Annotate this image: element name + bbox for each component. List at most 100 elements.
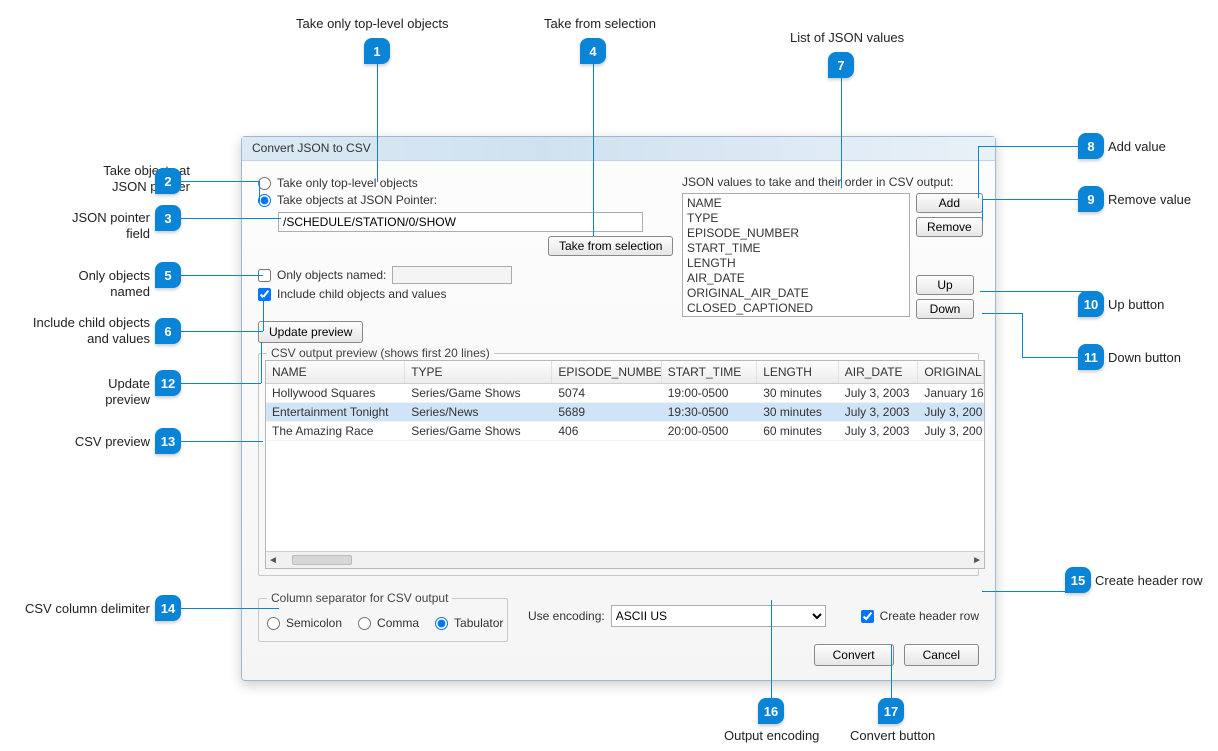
remove-button[interactable]: Remove xyxy=(916,217,983,237)
column-header[interactable]: NAME xyxy=(266,361,405,383)
up-button[interactable]: Up xyxy=(916,275,974,295)
horizontal-scrollbar[interactable]: ◄ ► xyxy=(266,551,984,568)
convert-button[interactable]: Convert xyxy=(814,644,894,666)
radio-json-pointer-label: Take objects at JSON Pointer: xyxy=(277,193,437,207)
leader-11b xyxy=(1022,313,1023,357)
table-cell: 5689 xyxy=(552,403,661,421)
bubble-15: 15 xyxy=(1065,567,1091,593)
annot-11: Down button xyxy=(1108,350,1181,366)
annot-14: CSV column delimiter xyxy=(20,601,150,617)
leader-16 xyxy=(771,600,772,698)
create-header-label: Create header row xyxy=(880,609,979,623)
cancel-button[interactable]: Cancel xyxy=(904,644,979,666)
leader-2b xyxy=(259,181,260,203)
list-item[interactable]: AIR_DATE xyxy=(687,271,905,286)
update-preview-button[interactable]: Update preview xyxy=(258,321,363,343)
column-header[interactable]: START_TIME xyxy=(662,361,757,383)
table-row[interactable]: Hollywood SquaresSeries/Game Shows507419… xyxy=(266,384,984,403)
list-item[interactable]: TYPE xyxy=(687,211,905,226)
leader-5 xyxy=(181,275,263,276)
separator-legend: Column separator for CSV output xyxy=(267,591,452,605)
radio-top-level-label: Take only top-level objects xyxy=(277,176,418,190)
add-button[interactable]: Add xyxy=(916,193,983,213)
radio-tabulator[interactable] xyxy=(435,617,448,630)
table-cell: Series/Game Shows xyxy=(405,384,552,402)
leader-3 xyxy=(181,218,281,219)
list-item[interactable]: LENGTH xyxy=(687,256,905,271)
column-header[interactable]: LENGTH xyxy=(757,361,839,383)
table-cell: January 16 xyxy=(918,384,984,402)
list-item[interactable]: CLOSED_CAPTIONED xyxy=(687,301,905,316)
table-cell: Hollywood Squares xyxy=(266,384,405,402)
table-row[interactable]: The Amazing RaceSeries/Game Shows40620:0… xyxy=(266,422,984,441)
column-header[interactable]: EPISODE_NUMBER xyxy=(552,361,661,383)
bubble-10: 10 xyxy=(1078,291,1104,317)
list-item[interactable]: REPEAT xyxy=(687,316,905,317)
dialog-title: Convert JSON to CSV xyxy=(242,137,995,161)
leader-9b xyxy=(982,199,983,221)
bubble-14: 14 xyxy=(155,595,181,621)
radio-semicolon[interactable] xyxy=(267,617,280,630)
include-children-label: Include child objects and values xyxy=(277,287,446,301)
bubble-11: 11 xyxy=(1078,344,1104,370)
leader-17 xyxy=(891,645,892,698)
leader-8 xyxy=(978,146,1078,147)
encoding-select[interactable]: ASCII US xyxy=(611,605,826,627)
leader-6 xyxy=(181,331,263,332)
leader-7 xyxy=(841,78,842,188)
annot-16: Output encoding xyxy=(724,728,819,744)
table-cell: Entertainment Tonight xyxy=(266,403,405,421)
use-encoding-label: Use encoding: xyxy=(528,609,605,623)
column-header[interactable]: ORIGINAL xyxy=(918,361,984,383)
table-cell: 19:00-0500 xyxy=(662,384,757,402)
scroll-left-icon[interactable]: ◄ xyxy=(268,555,278,566)
bubble-8: 8 xyxy=(1078,133,1104,159)
sep-semicolon-label: Semicolon xyxy=(286,616,342,630)
list-item[interactable]: START_TIME xyxy=(687,241,905,256)
column-header[interactable]: AIR_DATE xyxy=(839,361,919,383)
bubble-6: 6 xyxy=(155,318,181,344)
table-cell: Series/Game Shows xyxy=(405,422,552,440)
bubble-5: 5 xyxy=(155,262,181,288)
json-values-list[interactable]: NAMETYPEEPISODE_NUMBERSTART_TIMELENGTHAI… xyxy=(682,193,910,317)
list-item[interactable]: NAME xyxy=(687,196,905,211)
radio-comma[interactable] xyxy=(358,617,371,630)
table-cell: 30 minutes xyxy=(757,403,839,421)
leader-13 xyxy=(181,441,263,442)
table-row[interactable]: Entertainment TonightSeries/News568919:3… xyxy=(266,403,984,422)
table-cell: 5074 xyxy=(552,384,661,402)
table-cell: July 3, 2003 xyxy=(839,403,919,421)
table-header: NAMETYPEEPISODE_NUMBERSTART_TIMELENGTHAI… xyxy=(266,361,984,384)
sep-comma-label: Comma xyxy=(377,616,419,630)
annot-8: Add value xyxy=(1108,139,1166,155)
only-named-input[interactable] xyxy=(392,266,512,284)
annot-15: Create header row xyxy=(1095,573,1203,589)
leader-9 xyxy=(982,199,1078,200)
leader-1 xyxy=(377,64,378,182)
take-from-selection-button[interactable]: Take from selection xyxy=(548,236,673,256)
scroll-thumb[interactable] xyxy=(292,555,352,565)
column-header[interactable]: TYPE xyxy=(405,361,552,383)
list-item[interactable]: EPISODE_NUMBER xyxy=(687,226,905,241)
leader-12b xyxy=(261,342,262,383)
scroll-right-icon[interactable]: ► xyxy=(972,555,982,566)
csv-preview-table: NAMETYPEEPISODE_NUMBERSTART_TIMELENGTHAI… xyxy=(265,360,985,569)
bubble-4: 4 xyxy=(580,38,606,64)
annot-4: Take from selection xyxy=(544,16,656,32)
bubble-7: 7 xyxy=(828,52,854,78)
table-cell: July 3, 200 xyxy=(918,403,984,421)
bubble-2: 2 xyxy=(155,168,181,194)
bubble-3: 3 xyxy=(155,205,181,231)
down-button[interactable]: Down xyxy=(916,299,974,319)
leader-14 xyxy=(181,608,279,609)
json-pointer-input[interactable] xyxy=(278,212,643,232)
annot-9: Remove value xyxy=(1108,192,1191,208)
checkbox-include-children[interactable] xyxy=(258,288,271,301)
list-item[interactable]: ORIGINAL_AIR_DATE xyxy=(687,286,905,301)
annot-13: CSV preview xyxy=(70,434,150,450)
only-named-label: Only objects named: xyxy=(277,268,386,282)
leader-11c xyxy=(1022,357,1078,358)
leader-11 xyxy=(982,313,1022,314)
checkbox-create-header[interactable] xyxy=(861,610,874,623)
annot-1: Take only top-level objects xyxy=(296,16,448,32)
